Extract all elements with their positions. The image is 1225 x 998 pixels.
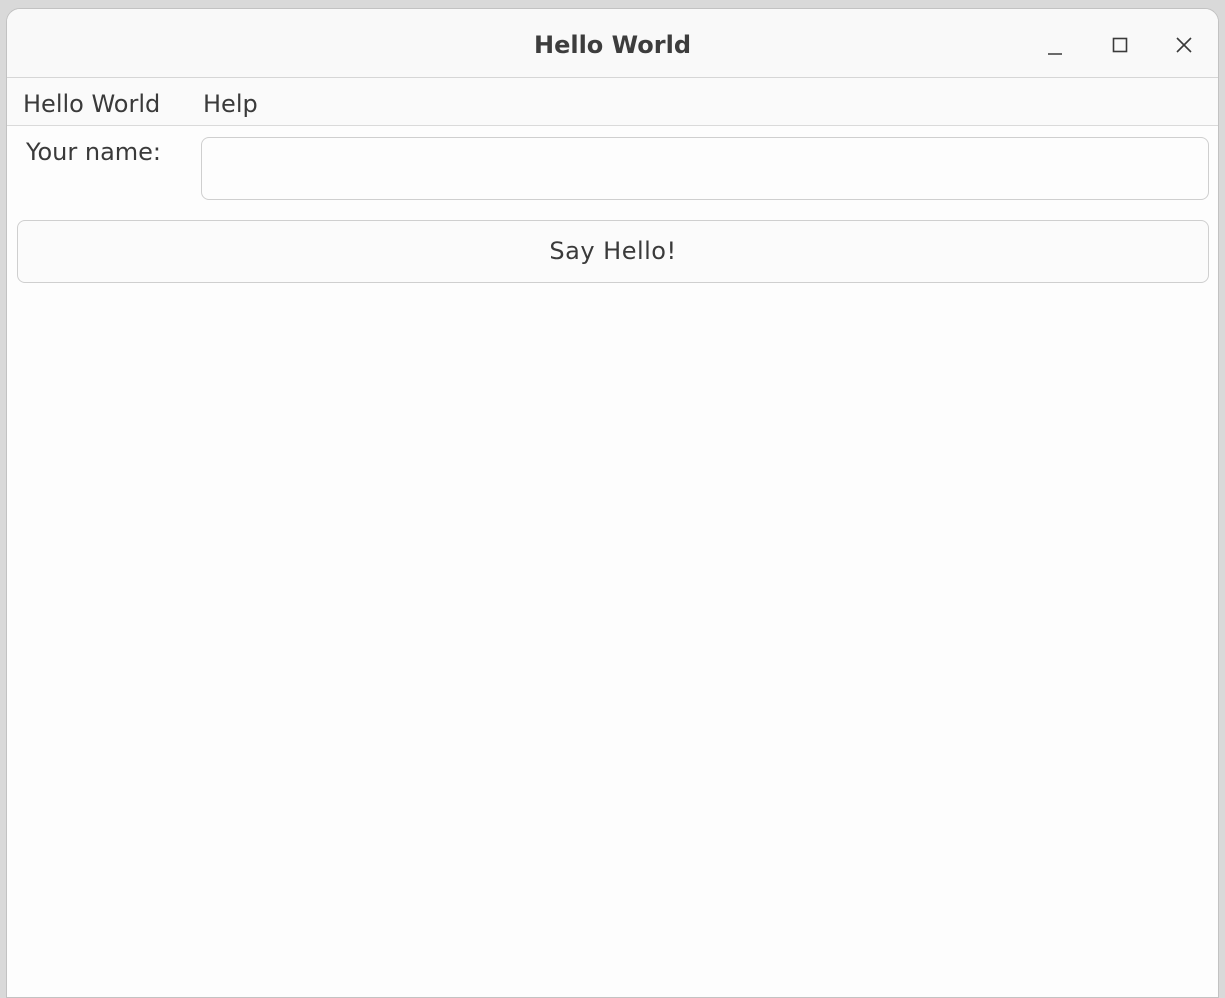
menu-item-help[interactable]: Help	[203, 78, 258, 126]
app-window: Hello World Hello World Help Your name: …	[6, 8, 1219, 998]
minimize-icon	[1036, 26, 1074, 64]
name-input[interactable]	[201, 137, 1209, 200]
menu-item-hello-world[interactable]: Hello World	[23, 78, 160, 126]
minimize-button[interactable]	[1036, 26, 1074, 64]
name-label: Your name:	[26, 138, 162, 166]
maximize-icon	[1101, 26, 1139, 64]
say-hello-button[interactable]: Say Hello!	[17, 220, 1209, 283]
title-bar[interactable]: Hello World	[7, 9, 1218, 78]
maximize-button[interactable]	[1101, 26, 1139, 64]
close-icon	[1165, 26, 1203, 64]
menu-bar: Hello World Help	[7, 78, 1218, 126]
close-button[interactable]	[1165, 26, 1203, 64]
